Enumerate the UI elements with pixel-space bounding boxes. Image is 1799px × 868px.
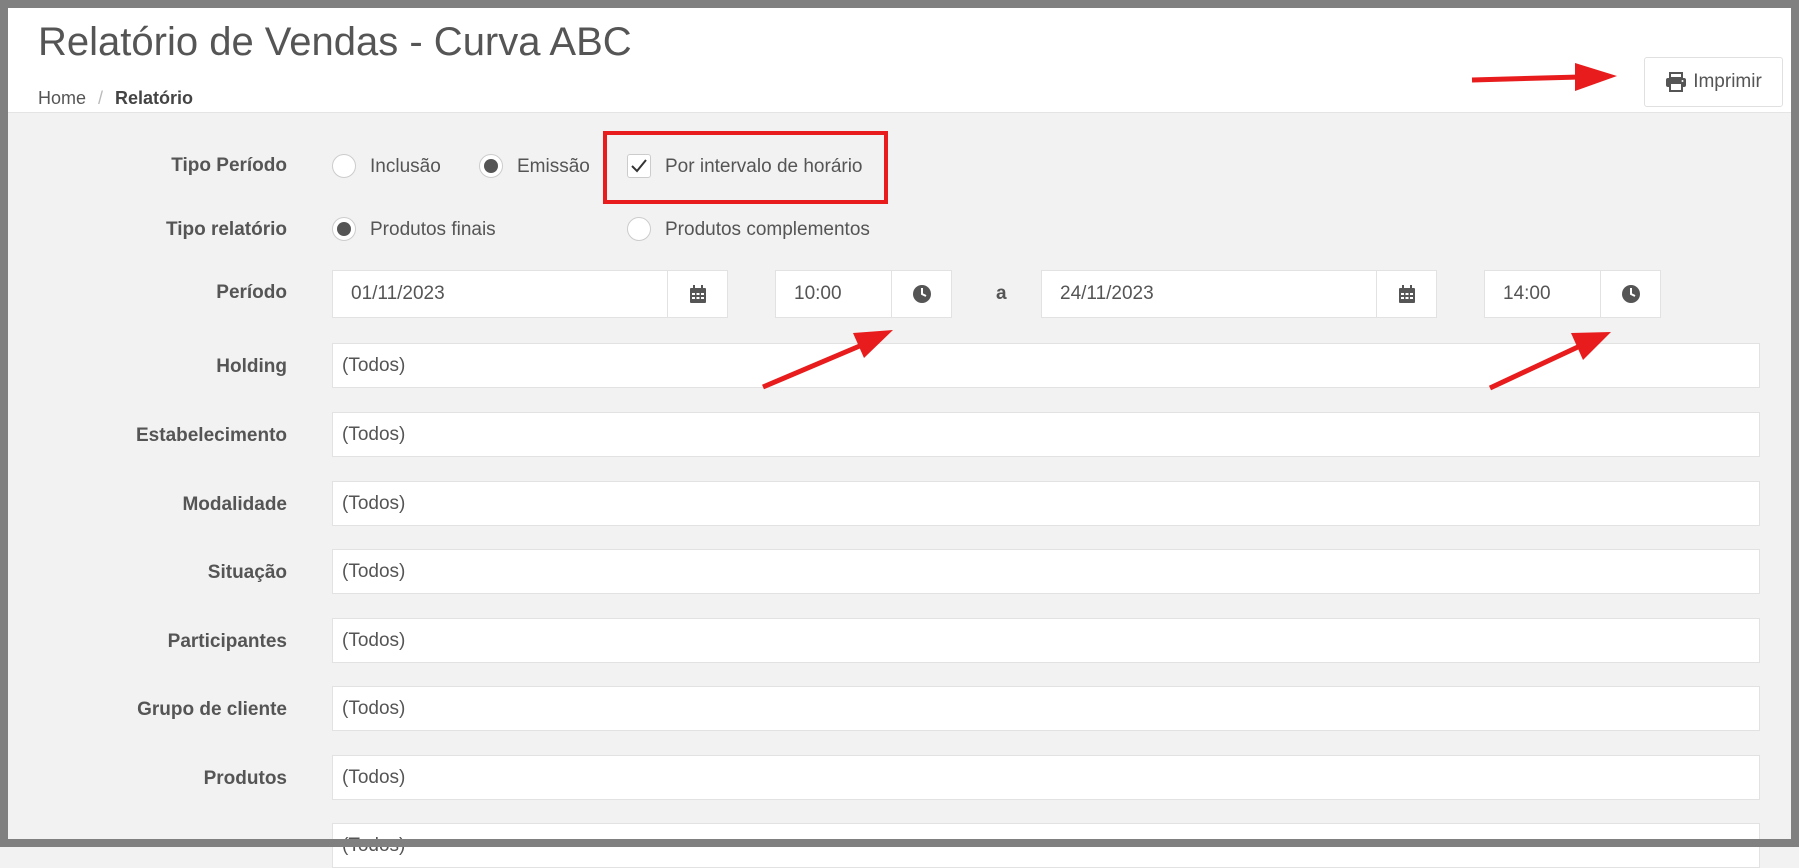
period-separator: a	[996, 283, 1007, 304]
periodo-label: Período	[216, 282, 287, 303]
radio-produtos-complementos[interactable]	[627, 217, 651, 241]
print-button[interactable]: Imprimir	[1644, 57, 1783, 107]
annotation-highlight-box	[603, 131, 888, 204]
situacao-label: Situação	[207, 562, 287, 583]
breadcrumb-separator: /	[98, 88, 104, 108]
start-time-picker-button[interactable]	[892, 270, 952, 318]
clock-icon	[912, 285, 931, 303]
radio-emissao[interactable]	[479, 154, 503, 178]
start-date-input[interactable]: 01/11/2023	[332, 270, 668, 318]
radio-inclusao[interactable]	[332, 154, 356, 178]
printer-icon	[1666, 72, 1687, 92]
estabelecimento-label: Estabelecimento	[136, 425, 287, 446]
page-title: Relatório de Vendas - Curva ABC	[38, 20, 632, 64]
clock-icon	[1621, 285, 1640, 303]
page-header: Relatório de Vendas - Curva ABC Home / Rel…	[8, 8, 1791, 113]
start-time-input[interactable]: 10:00	[775, 270, 892, 318]
print-button-label: Imprimir	[1693, 71, 1762, 92]
radio-produtos-finais-label: Produtos finais	[370, 219, 496, 240]
tipo-periodo-label: Tipo Período	[171, 155, 287, 176]
breadcrumb-home-link[interactable]: Home	[38, 88, 86, 108]
partial-filter-select[interactable]: (Todos)	[332, 823, 1760, 868]
modalidade-label: Modalidade	[182, 494, 287, 515]
end-date-picker-button[interactable]	[1377, 270, 1437, 318]
radio-emissao-label: Emissão	[517, 156, 590, 177]
modalidade-select[interactable]: (Todos)	[332, 481, 1760, 526]
calendar-icon	[1398, 285, 1415, 303]
radio-produtos-complementos-label: Produtos complementos	[665, 219, 870, 240]
start-date-picker-button[interactable]	[668, 270, 728, 318]
breadcrumb: Home / Relatório	[38, 88, 193, 109]
end-time-input[interactable]: 14:00	[1484, 270, 1601, 318]
produtos-label: Produtos	[203, 768, 287, 789]
end-date-input[interactable]: 24/11/2023	[1041, 270, 1377, 318]
grupo-cliente-label: Grupo de cliente	[137, 699, 287, 720]
grupo-cliente-select[interactable]: (Todos)	[332, 686, 1760, 731]
breadcrumb-current: Relatório	[115, 88, 194, 108]
situacao-select[interactable]: (Todos)	[332, 549, 1760, 594]
radio-inclusao-label: Inclusão	[370, 156, 441, 177]
holding-label: Holding	[216, 356, 287, 377]
holding-select[interactable]: (Todos)	[332, 343, 1760, 388]
radio-produtos-finais[interactable]	[332, 217, 356, 241]
participantes-select[interactable]: (Todos)	[332, 618, 1760, 663]
produtos-select[interactable]: (Todos)	[332, 755, 1760, 800]
participantes-label: Participantes	[167, 631, 287, 652]
tipo-relatorio-label: Tipo relatório	[165, 219, 287, 240]
calendar-icon	[689, 285, 706, 303]
estabelecimento-select[interactable]: (Todos)	[332, 412, 1760, 457]
end-time-picker-button[interactable]	[1601, 270, 1661, 318]
